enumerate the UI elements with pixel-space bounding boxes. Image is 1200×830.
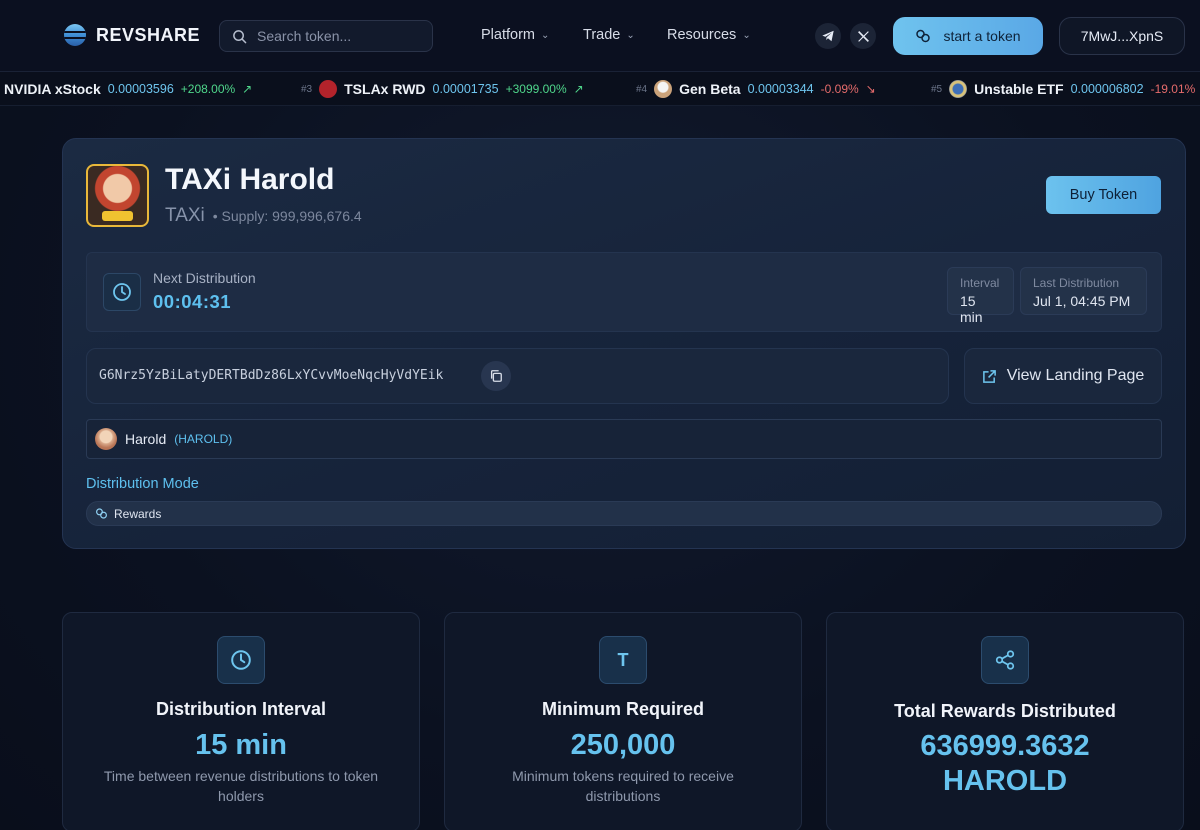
ticker-rank: #4 [636, 83, 648, 95]
nav-platform[interactable]: Platform ⌄ [481, 27, 549, 43]
chevron-down-icon: ⌄ [626, 29, 635, 41]
ticker-item[interactable]: NVIDIA xStock 0.00003596 +208.00% ↗ [4, 72, 253, 105]
distribution-mode-value: Rewards [114, 506, 162, 521]
x-twitter-button[interactable] [850, 23, 876, 49]
buy-token-button[interactable]: Buy Token [1046, 176, 1161, 214]
creator-avatar [95, 428, 117, 450]
creator-symbol: (HAROLD) [174, 432, 233, 446]
stat-card-minimum: T Minimum Required 250,000 Minimum token… [444, 612, 802, 830]
logo-text: REVSHARE [96, 24, 201, 45]
stat-value: 250,000 [570, 729, 676, 761]
token-t-icon: T [599, 636, 647, 684]
stat-card-interval: Distribution Interval 15 min Time betwee… [62, 612, 420, 830]
token-avatar [86, 164, 149, 227]
stat-description: Time between revenue distributions to to… [103, 768, 379, 804]
contract-address-box: G6Nrz5YzBiLatyDERTBdDz86LxYCvvMoeNqcHyVd… [86, 348, 949, 404]
copy-address-button[interactable] [481, 361, 511, 391]
ticker-rank: #5 [931, 83, 943, 95]
chevron-down-icon: ⌄ [742, 29, 751, 41]
ticker-change: -0.09% [820, 82, 859, 96]
contract-address[interactable]: G6Nrz5YzBiLatyDERTBdDz86LxYCvvMoeNqcHyVd… [99, 368, 443, 383]
rewards-link-icon [95, 507, 108, 520]
ticker-change: +3099.00% [505, 82, 567, 96]
ticker-change: +208.00% [180, 82, 236, 96]
search-icon [232, 29, 247, 44]
ticker-price: 0.00003596 [107, 82, 174, 96]
ticker-name: Unstable ETF [974, 81, 1064, 97]
gen-beta-logo-icon [654, 80, 673, 98]
stat-card-total-rewards: Total Rewards Distributed 636999.3632 HA… [826, 612, 1184, 830]
creator-row[interactable]: Harold (HAROLD) [86, 419, 1162, 459]
distribution-panel: Next Distribution 00:04:31 Interval 15 m… [86, 252, 1162, 332]
tesla-logo-icon [319, 80, 338, 98]
logo[interactable]: REVSHARE [64, 24, 200, 46]
nav-platform-label: Platform [481, 27, 535, 43]
telegram-button[interactable] [815, 23, 841, 49]
last-distribution-box: Last Distribution Jul 1, 04:45 PM [1020, 267, 1147, 315]
distribution-mode-label: Distribution Mode [86, 476, 199, 492]
start-token-button[interactable]: start a token [893, 17, 1043, 55]
stat-value: 15 min [195, 729, 287, 761]
clock-icon [217, 636, 265, 684]
clock-icon [112, 282, 132, 302]
token-supply: • Supply: 999,996,676.4 [212, 208, 362, 224]
interval-box: Interval 15 min [947, 267, 1014, 325]
x-icon [857, 30, 870, 43]
revshare-logo-icon [64, 24, 86, 46]
ticker-item[interactable]: #3 TSLAx RWD 0.00001735 +3099.00% ↗ [301, 72, 584, 105]
stat-title: Distribution Interval [155, 699, 326, 719]
token-subtitle: TAXi • Supply: 999,996,676.4 [165, 205, 362, 227]
telegram-icon [821, 29, 835, 43]
next-distribution-countdown: 00:04:31 [153, 291, 232, 312]
link-icon [915, 28, 931, 44]
next-distribution-label: Next Distribution [153, 270, 256, 286]
interval-value: 15 min [960, 293, 983, 325]
external-link-icon [982, 369, 997, 384]
ticker-rank: #3 [301, 83, 313, 95]
last-distribution-value: Jul 1, 04:45 PM [1033, 293, 1131, 309]
ticker-price: 0.00003344 [747, 82, 814, 96]
stat-title: Total Rewards Distributed [894, 701, 1116, 721]
copy-icon [489, 369, 503, 383]
distribution-mode-pill: Rewards [86, 501, 1162, 526]
ticker-name: Gen Beta [679, 81, 741, 97]
ticker-name: NVIDIA xStock [4, 81, 101, 97]
ticker-change: -19.01% [1150, 82, 1196, 96]
clock-icon-box [103, 273, 141, 311]
chevron-down-icon: ⌄ [541, 29, 550, 41]
trend-up-icon: ↗ [573, 82, 584, 96]
trend-up-icon: ↗ [242, 82, 253, 96]
share-icon [981, 636, 1029, 684]
search-input[interactable] [257, 28, 417, 44]
unstable-etf-logo-icon [949, 80, 968, 98]
ticker-price: 0.00001735 [432, 82, 499, 96]
stat-value: 636999.3632 [920, 730, 1090, 762]
view-landing-page-label: View Landing Page [1006, 367, 1145, 384]
nav-trade-label: Trade [583, 27, 621, 43]
ticker-item[interactable]: #4 Gen Beta 0.00003344 -0.09% ↘ [636, 72, 876, 105]
ticker-price: 0.000006802 [1070, 82, 1144, 96]
wallet-button[interactable]: 7MwJ...XpnS [1059, 17, 1185, 55]
token-symbol: TAXi [165, 205, 205, 226]
creator-name: Harold [125, 431, 167, 447]
search-box[interactable] [219, 20, 433, 52]
price-ticker: NVIDIA xStock 0.00003596 +208.00% ↗ #3 T… [0, 72, 1200, 106]
start-token-label: start a token [943, 28, 1021, 44]
stat-title: Minimum Required [541, 699, 704, 719]
ticker-item[interactable]: #5 Unstable ETF 0.000006802 -19.01% [931, 72, 1196, 105]
top-navigation-bar: REVSHARE Platform ⌄ Trade ⌄ Resources ⌄ … [0, 0, 1200, 72]
nav-trade[interactable]: Trade ⌄ [583, 27, 635, 43]
last-distribution-label: Last Distribution [1033, 276, 1120, 290]
ticker-name: TSLAx RWD [344, 81, 426, 97]
nav-resources-label: Resources [667, 27, 737, 43]
interval-label: Interval [960, 276, 1000, 290]
token-detail-card: TAXi Harold TAXi • Supply: 999,996,676.4… [62, 138, 1186, 549]
nav-resources[interactable]: Resources ⌄ [667, 27, 751, 43]
token-name: TAXi Harold [165, 163, 335, 196]
stat-value-unit: HAROLD [942, 765, 1068, 797]
trend-down-icon: ↘ [865, 82, 876, 96]
view-landing-page-button[interactable]: View Landing Page [964, 348, 1162, 404]
stat-description: Minimum tokens required to receive distr… [512, 768, 734, 804]
